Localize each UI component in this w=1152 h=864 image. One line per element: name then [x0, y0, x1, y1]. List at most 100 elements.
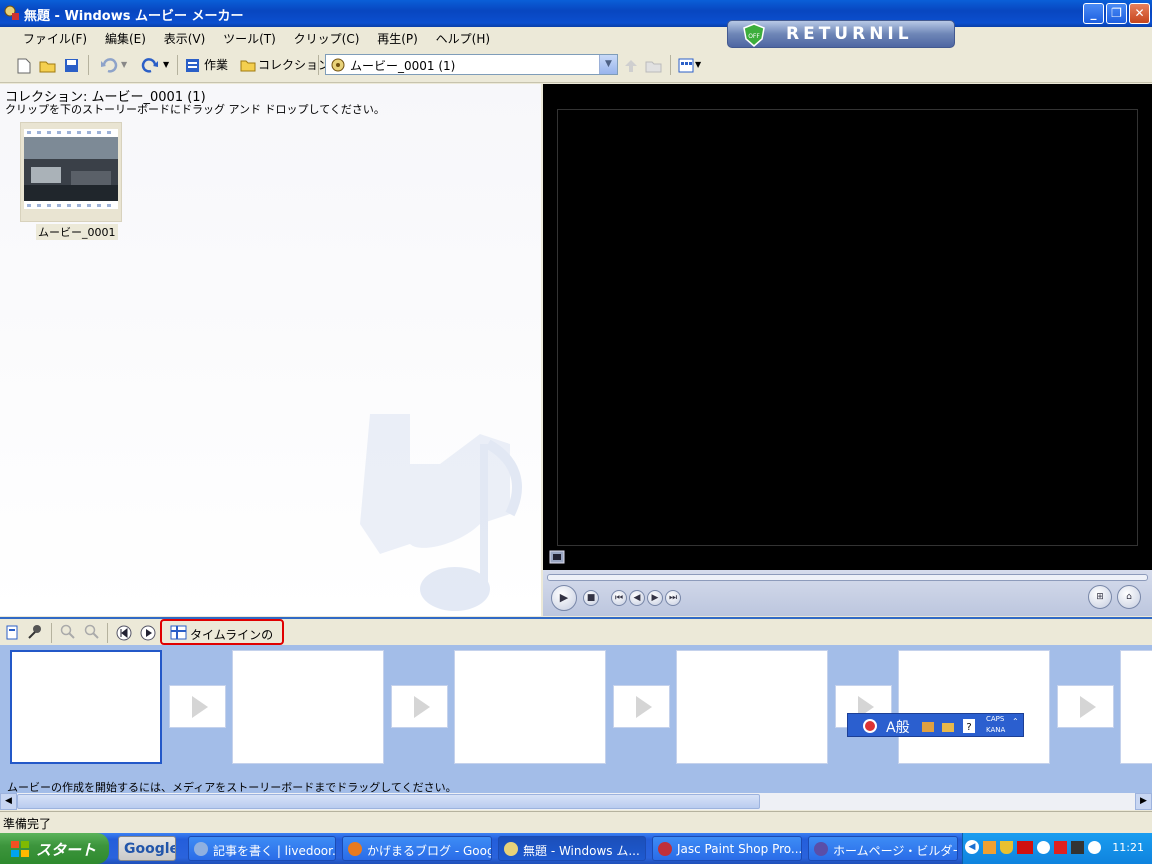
new-folder-icon[interactable]	[645, 58, 662, 73]
zoom-in-icon[interactable]	[60, 624, 76, 640]
storyboard-cell[interactable]	[898, 650, 1050, 764]
taskbar-item-homepage-builder[interactable]: ホームページ・ビルダー...	[808, 836, 958, 861]
split-clip-icon[interactable]: ⊞	[1088, 585, 1112, 609]
undo-dropdown-icon[interactable]: ▼	[121, 60, 127, 69]
show-timeline-button[interactable]: タイムラインの表示	[160, 619, 284, 659]
ime-language-bar[interactable]: A般 ? CAPS KANA ⌃	[847, 713, 1024, 737]
tray-app-icon[interactable]	[983, 841, 996, 854]
storyboard-scrollbar[interactable]: ◀ ▶	[0, 793, 1152, 810]
help-icon[interactable]: ?	[962, 718, 976, 734]
taskbar-item-livedoor[interactable]: 記事を書く | livedoor...	[188, 836, 336, 861]
redo-icon[interactable]	[141, 57, 159, 73]
transition-cell[interactable]	[613, 685, 670, 728]
taskbar-item-label: Jasc Paint Shop Pro...	[677, 842, 802, 856]
menu-tools[interactable]: ツール(T)	[216, 27, 283, 50]
playback-controls: ▶ ■ ⏮ ◀ ▶ ⏭ ⊞ ⌂	[543, 570, 1152, 616]
narrate-timeline-icon[interactable]	[27, 624, 43, 640]
start-button[interactable]: スタート	[0, 833, 109, 864]
stop-icon[interactable]: ■	[583, 590, 599, 606]
storyboard-cell[interactable]	[454, 650, 606, 764]
redo-dropdown-icon[interactable]: ▼	[163, 60, 169, 69]
maximize-button[interactable]: ❐	[1106, 3, 1127, 24]
taskbar-item-paint-shop[interactable]: Jasc Paint Shop Pro...	[652, 836, 802, 861]
antivirus-icon[interactable]	[1054, 841, 1067, 854]
seek-bar[interactable]	[547, 574, 1148, 581]
up-one-level-icon[interactable]	[624, 58, 639, 74]
fullscreen-icon[interactable]	[549, 550, 565, 564]
clock[interactable]: 11:21	[1112, 841, 1144, 854]
preview-monitor: ▶ ■ ⏮ ◀ ▶ ⏭ ⊞ ⌂	[543, 84, 1152, 616]
minimize-button[interactable]: _	[1083, 3, 1104, 24]
menu-view[interactable]: 表示(V)	[157, 27, 213, 50]
taskbar-item-label: かげまるブログ - Goog...	[367, 844, 491, 858]
collection-select[interactable]: ムービー_0001 (1) ▼	[325, 54, 618, 75]
menu-edit[interactable]: 編集(E)	[98, 27, 153, 50]
svg-text:?: ?	[966, 722, 971, 733]
returnil-tray-icon[interactable]	[1037, 841, 1050, 854]
close-button[interactable]: ✕	[1129, 3, 1150, 24]
storyboard-settings-icon[interactable]	[5, 625, 19, 640]
transition-cell[interactable]	[1057, 685, 1114, 728]
zoom-out-icon[interactable]	[84, 624, 100, 640]
scroll-left-icon[interactable]: ◀	[0, 793, 17, 810]
play-storyboard-icon[interactable]	[140, 625, 156, 641]
forward-icon[interactable]: ▶	[647, 590, 663, 606]
storyboard-cell[interactable]	[676, 650, 828, 764]
collections-folder-icon	[240, 60, 256, 72]
views-dropdown-icon[interactable]: ▼	[695, 60, 701, 69]
menu-play[interactable]: 再生(P)	[370, 27, 425, 50]
ati-icon[interactable]	[1017, 841, 1033, 854]
clip-thumbnail[interactable]	[20, 122, 122, 222]
rewind-icon[interactable]: ◀	[629, 590, 645, 606]
film-note-watermark-icon	[360, 414, 522, 611]
menu-file[interactable]: ファイル(F)	[16, 27, 94, 50]
storyboard-cell[interactable]	[232, 650, 384, 764]
show-hidden-icons-icon[interactable]: ◀	[965, 840, 979, 854]
transition-cell[interactable]	[391, 685, 448, 728]
chevron-down-icon[interactable]: ▼	[599, 55, 617, 74]
langbar-options-icon[interactable]: ⌃	[1012, 717, 1019, 726]
play-icon[interactable]: ▶	[551, 585, 577, 611]
status-bar: 準備完了	[0, 811, 1152, 833]
collections-button[interactable]: コレクション	[258, 56, 330, 73]
menu-help[interactable]: ヘルプ(H)	[429, 27, 497, 50]
film-reel-icon	[331, 58, 345, 72]
previous-frame-icon[interactable]: ⏮	[611, 590, 627, 606]
taskbar-item-movie-maker[interactable]: 無題 - Windows ム...	[498, 836, 646, 861]
menu-clip[interactable]: クリップ(C)	[287, 27, 367, 50]
preview-screen	[557, 109, 1138, 546]
title-bar[interactable]: 無題 - Windows ムービー メーカー _ ❐ ✕	[0, 0, 1152, 27]
views-icon[interactable]	[678, 58, 694, 73]
volume-icon[interactable]	[1088, 841, 1101, 854]
ie-icon	[194, 842, 208, 856]
tasks-icon	[186, 59, 199, 72]
new-project-icon[interactable]	[16, 58, 31, 74]
status-text: 準備完了	[3, 817, 52, 831]
taskbar-item-blog[interactable]: かげまるブログ - Goog...	[342, 836, 492, 861]
input-mode-label[interactable]: A般	[886, 717, 910, 737]
scroll-right-icon[interactable]: ▶	[1135, 793, 1152, 810]
next-frame-icon[interactable]: ⏭	[665, 590, 681, 606]
tasks-button[interactable]: 作業	[204, 56, 228, 73]
snapshot-icon[interactable]: ⌂	[1117, 585, 1141, 609]
transition-cell[interactable]	[169, 685, 226, 728]
rewind-storyboard-icon[interactable]	[116, 625, 132, 641]
storyboard-cell[interactable]	[10, 650, 162, 764]
clip-label: ムービー_0001	[36, 224, 118, 240]
undo-icon[interactable]	[100, 57, 118, 73]
toolbox-icon[interactable]	[940, 718, 956, 734]
returnil-widget[interactable]: OFF RETURNIL	[727, 20, 955, 48]
storyboard-cell[interactable]	[1120, 650, 1152, 764]
system-tray: ◀ 11:21	[962, 833, 1152, 864]
storyboard-toolbar: タイムラインの表示	[0, 617, 1152, 659]
ime-icon[interactable]	[862, 718, 878, 734]
scroll-thumb[interactable]	[17, 794, 760, 809]
open-project-icon[interactable]	[39, 58, 56, 73]
kana-indicator: KANA	[986, 726, 1006, 734]
tray-util-icon[interactable]	[1071, 841, 1084, 854]
google-toolbar[interactable]: Google	[118, 836, 176, 861]
dictionary-icon[interactable]	[920, 718, 936, 734]
save-project-icon[interactable]	[64, 58, 79, 73]
security-shield-icon[interactable]	[1000, 841, 1013, 854]
returnil-label: RETURNIL	[786, 24, 913, 44]
